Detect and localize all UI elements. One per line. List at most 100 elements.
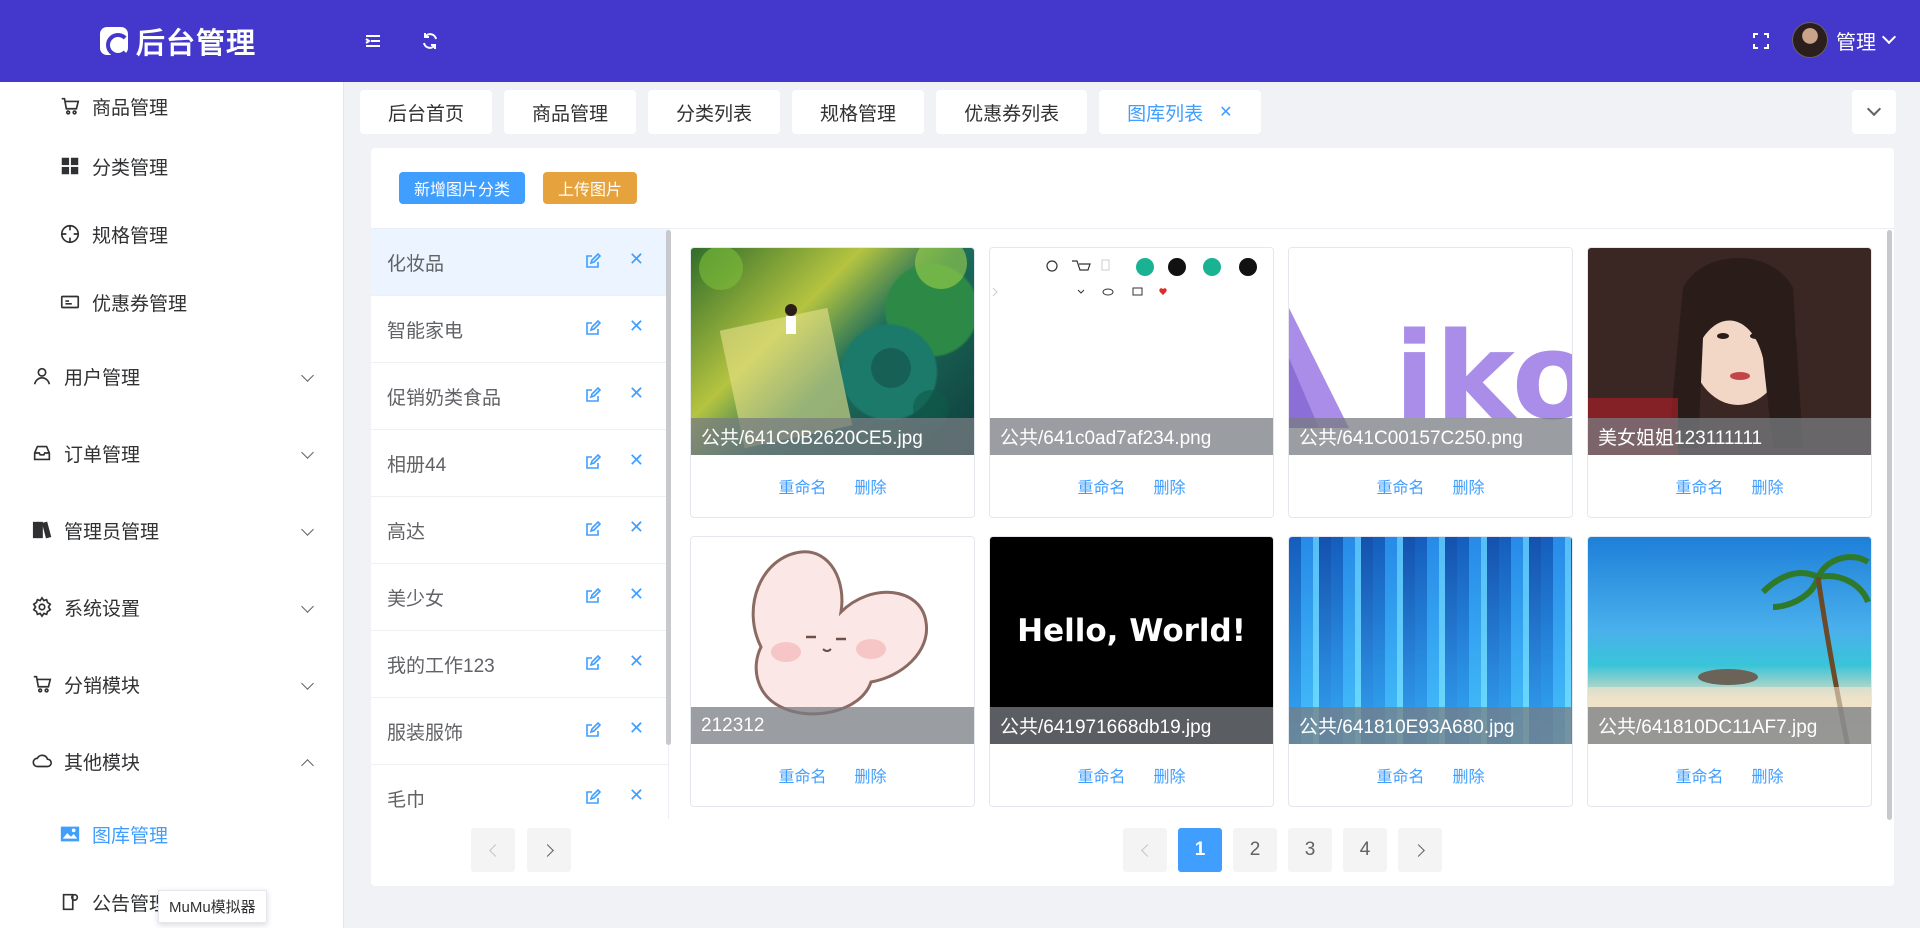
image-thumbnail[interactable]: 美女姐姐123111111 <box>1588 248 1871 455</box>
rename-button[interactable]: 重命名 <box>1376 763 1424 787</box>
edit-icon[interactable] <box>585 721 602 738</box>
page-4-button[interactable]: 4 <box>1343 828 1387 872</box>
list-item[interactable]: 我的工作123 ✕ <box>371 631 668 698</box>
rename-button[interactable]: 重命名 <box>778 474 826 498</box>
tab-home[interactable]: 后台首页 <box>360 90 493 134</box>
tab-goods[interactable]: 商品管理 <box>504 90 637 134</box>
delete-button[interactable]: 删除 <box>1154 763 1186 787</box>
list-item[interactable]: 促销奶类食品 ✕ <box>371 363 668 430</box>
delete-button[interactable]: 删除 <box>1752 763 1784 787</box>
chevron-right-icon <box>540 843 554 857</box>
sidebar-item-other[interactable]: 其他模块 <box>0 731 343 791</box>
image-thumbnail[interactable]: Hello, World! 公共/641971668db19.jpg <box>990 537 1273 744</box>
next-page-button[interactable] <box>1398 828 1442 872</box>
tab-category-list[interactable]: 分类列表 <box>648 90 781 134</box>
edit-icon[interactable] <box>585 386 602 403</box>
grid-scrollbar[interactable] <box>1887 230 1892 820</box>
sidebar-item-admin[interactable]: 管理员管理 <box>0 500 343 560</box>
logo-icon <box>100 27 130 57</box>
delete-button[interactable]: 删除 <box>855 763 887 787</box>
edit-icon[interactable] <box>585 453 602 470</box>
sidebar-item-user[interactable]: 用户管理 <box>0 346 343 406</box>
image-thumbnail[interactable]: 公共/641810DC11AF7.jpg <box>1588 537 1871 744</box>
page-1-button[interactable]: 1 <box>1178 828 1222 872</box>
delete-button[interactable]: 删除 <box>1752 474 1784 498</box>
prev-page-button[interactable] <box>471 828 515 872</box>
category-name: 化妆品 <box>387 253 445 275</box>
prev-page-button[interactable] <box>1123 828 1167 872</box>
fullscreen-icon[interactable] <box>1746 26 1776 56</box>
edit-icon[interactable] <box>585 788 602 805</box>
close-icon[interactable]: ✕ <box>629 450 644 471</box>
image-thumbnail[interactable]: 公共/641810E93A680.jpg <box>1289 537 1572 744</box>
delete-button[interactable]: 删除 <box>1453 763 1485 787</box>
sidebar-item-order[interactable]: 订单管理 <box>0 423 343 483</box>
page-3-button[interactable]: 3 <box>1288 828 1332 872</box>
close-icon[interactable]: ✕ <box>629 316 644 337</box>
list-item[interactable]: 相册44 ✕ <box>371 430 668 497</box>
rename-button[interactable]: 重命名 <box>1675 763 1723 787</box>
image-thumbnail[interactable]: 公共/641C0B2620CE5.jpg <box>691 248 974 455</box>
sidebar-item-label: 图库管理 <box>92 825 169 847</box>
edit-icon[interactable] <box>585 520 602 537</box>
delete-button[interactable]: 删除 <box>855 474 887 498</box>
next-page-button[interactable] <box>527 828 571 872</box>
sidebar-item-gallery[interactable]: 图库管理 <box>0 804 343 864</box>
delete-button[interactable]: 删除 <box>1154 474 1186 498</box>
edit-icon[interactable] <box>585 654 602 671</box>
rename-button[interactable]: 重命名 <box>1675 474 1723 498</box>
list-item[interactable]: 服装服饰 ✕ <box>371 698 668 765</box>
list-item[interactable]: 智能家电 ✕ <box>371 296 668 363</box>
edit-icon[interactable] <box>585 587 602 604</box>
close-icon[interactable]: ✕ <box>629 651 644 672</box>
list-item[interactable]: 美少女 ✕ <box>371 564 668 631</box>
tab-dropdown[interactable] <box>1852 90 1896 134</box>
sidebar-item-settings[interactable]: 系统设置 <box>0 577 343 637</box>
close-icon[interactable]: ✕ <box>629 517 644 538</box>
rename-button[interactable]: 重命名 <box>778 763 826 787</box>
category-scrollbar[interactable] <box>666 230 671 745</box>
page-2-button[interactable]: 2 <box>1233 828 1277 872</box>
tab-label: 商品管理 <box>532 103 609 125</box>
close-icon[interactable]: ✕ <box>629 584 644 605</box>
add-category-button[interactable]: 新增图片分类 <box>399 172 526 204</box>
list-item[interactable]: 毛巾 ✕ <box>371 765 668 819</box>
collapse-menu-icon[interactable] <box>358 26 388 56</box>
image-thumbnail[interactable]: iko 公共/641C00157C250.png <box>1289 248 1572 455</box>
rename-button[interactable]: 重命名 <box>1077 763 1125 787</box>
sidebar-item-coupon[interactable]: 优惠券管理 <box>0 272 343 332</box>
edit-icon[interactable] <box>585 319 602 336</box>
close-icon[interactable]: ✕ <box>629 383 644 404</box>
close-icon[interactable]: ✕ <box>629 718 644 739</box>
close-icon[interactable]: ✕ <box>629 249 644 270</box>
edit-icon[interactable] <box>585 252 602 269</box>
list-item[interactable]: 化妆品 ✕ <box>371 229 668 296</box>
rename-button[interactable]: 重命名 <box>1077 474 1125 498</box>
sidebar-item-distribution[interactable]: 分销模块 <box>0 654 343 714</box>
delete-button[interactable]: 删除 <box>1453 474 1485 498</box>
notice-icon <box>58 890 82 914</box>
grid-icon <box>58 154 82 178</box>
tab-gallery-list[interactable]: 图库列表 ✕ <box>1099 90 1261 134</box>
sidebar-item-category[interactable]: 分类管理 <box>0 136 343 196</box>
brand[interactable]: 后台管理 <box>100 0 256 82</box>
image-thumbnail[interactable]: 212312 <box>691 537 974 744</box>
tab-label: 图库列表 <box>1127 103 1204 125</box>
category-name: 毛巾 <box>387 789 426 811</box>
upload-image-button[interactable]: 上传图片 <box>543 172 638 204</box>
image-card: 公共/641810DC11AF7.jpg 重命名 删除 <box>1587 536 1872 807</box>
close-icon[interactable]: ✕ <box>629 785 644 806</box>
list-item[interactable]: 高达 ✕ <box>371 497 668 564</box>
tab-spec[interactable]: 规格管理 <box>792 90 925 134</box>
gear-icon <box>30 595 54 619</box>
sidebar-item-goods[interactable]: 商品管理 <box>0 82 343 136</box>
rename-button[interactable]: 重命名 <box>1376 474 1424 498</box>
close-icon[interactable]: ✕ <box>1219 102 1232 122</box>
user-menu[interactable]: 管理 <box>1792 20 1897 60</box>
tab-coupon-list[interactable]: 优惠券列表 <box>936 90 1088 134</box>
image-card: 公共/641c0ad7af234.png 重命名 删除 <box>989 247 1274 518</box>
sidebar-item-spec[interactable]: 规格管理 <box>0 204 343 264</box>
refresh-icon[interactable] <box>415 26 445 56</box>
sidebar: 商品管理 分类管理 规格管理 优惠券管理 用户管理 订单管理 管理员管理 系统设… <box>0 82 344 928</box>
image-thumbnail[interactable]: 公共/641c0ad7af234.png <box>990 248 1273 455</box>
